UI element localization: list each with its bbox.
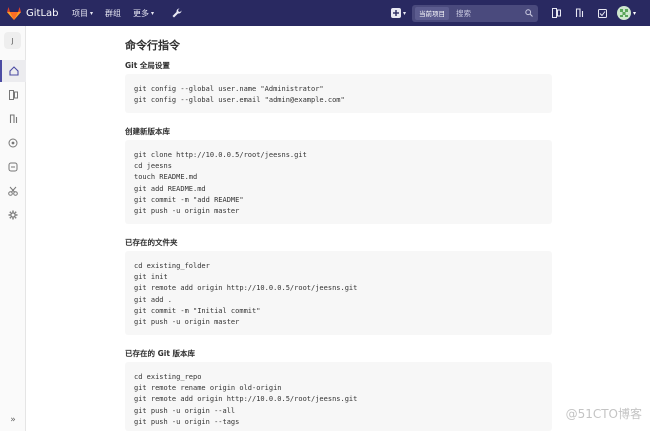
nav-projects-label: 项目 [72, 8, 88, 18]
code-line: cd jeesns [134, 162, 172, 171]
code-line: git init [134, 273, 168, 282]
code-line: touch README.md [134, 173, 198, 182]
new-item-dropdown[interactable]: ▾ [390, 8, 406, 18]
code-block-global-setup[interactable]: git config --global user.name "Administr… [125, 74, 552, 113]
code-block-existing-folder[interactable]: cd existing_folder git init git remote a… [125, 251, 552, 335]
gitlab-fox-icon [7, 6, 21, 20]
sidebar-item-repository[interactable] [0, 84, 26, 106]
sidebar-item-operations[interactable] [0, 156, 26, 178]
code-line: git remote add origin http://10.0.0.5/ro… [134, 395, 358, 404]
code-block-new-repo[interactable]: git clone http://10.0.0.5/root/jeesns.gi… [125, 140, 552, 224]
code-line: git remote rename origin old-origin [134, 384, 282, 393]
merge-request-icon [575, 8, 584, 17]
code-line: git add README.md [134, 184, 206, 193]
code-line: git config --global user.email "admin@ex… [134, 96, 345, 105]
search-scope-badge[interactable]: 当前项目 [414, 6, 449, 20]
merge-requests-button[interactable] [575, 8, 584, 18]
user-avatar[interactable] [616, 6, 631, 20]
brand-name: GitLab [26, 7, 59, 19]
code-line: git push -u origin --tags [134, 417, 240, 426]
code-line: git push -u origin master [134, 207, 240, 216]
section-heading-new-repo: 创建新版本库 [125, 127, 170, 136]
search-input[interactable]: 当前项目 搜索 [411, 4, 538, 22]
nav-groups-label: 群组 [105, 8, 122, 18]
section-heading-existing-folder: 已存在的文件夹 [125, 238, 178, 247]
rocket-icon [8, 138, 18, 148]
code-line: git push -u origin master [134, 318, 240, 327]
code-line: git commit -m "add README" [134, 195, 244, 204]
code-block-existing-git-repo[interactable]: cd existing_repo git remote rename origi… [125, 362, 552, 431]
sidebar-item-merge-requests[interactable] [0, 108, 26, 130]
watermark: @51CTO博客 [565, 407, 642, 421]
gear-icon [8, 210, 18, 220]
section-heading-existing-git-repo: 已存在的 Git 版本库 [125, 349, 196, 358]
top-navbar: GitLab 项目 ▾ 群组 更多 ▾ ▾ 当前项目 搜索 ▾ [0, 0, 650, 26]
sidebar-item-snippets[interactable] [0, 180, 26, 202]
code-line: cd existing_repo [134, 373, 202, 381]
issues-button[interactable] [551, 8, 561, 18]
code-line: git add . [134, 295, 172, 304]
nav-projects[interactable]: 项目 ▾ [72, 8, 93, 19]
repository-icon [8, 90, 18, 100]
chevron-down-icon[interactable]: ▾ [633, 10, 636, 17]
chevron-down-icon: ▾ [402, 9, 406, 17]
nav-more-label: 更多 [133, 8, 150, 18]
code-line: git push -u origin --all [134, 406, 236, 415]
search-icon [525, 9, 533, 17]
chevron-down-icon: ▾ [151, 9, 155, 17]
gitlab-logo[interactable]: GitLab [7, 6, 60, 20]
search-placeholder: 搜索 [455, 8, 471, 18]
admin-area-button[interactable] [172, 8, 182, 18]
project-avatar[interactable]: J [4, 32, 21, 49]
chevron-down-icon: ▾ [90, 9, 94, 17]
todo-check-icon [597, 8, 607, 18]
plus-square-icon [390, 8, 401, 18]
cloud-gear-icon [8, 162, 18, 172]
code-line: git config --global user.name "Administr… [134, 85, 324, 93]
avatar-identicon-icon [619, 9, 628, 17]
code-line: git commit -m "Initial commit" [134, 306, 261, 315]
nav-groups[interactable]: 群组 [105, 8, 121, 19]
todos-button[interactable] [597, 8, 607, 18]
scissors-icon [8, 186, 18, 196]
issues-icon [551, 8, 561, 18]
project-sidebar: J » [0, 26, 26, 431]
wrench-icon [172, 8, 182, 18]
nav-more[interactable]: 更多 ▾ [133, 8, 154, 19]
merge-request-icon [9, 114, 17, 123]
code-line: cd existing_folder [134, 262, 210, 270]
code-line: git clone http://10.0.0.5/root/jeesns.gi… [134, 151, 307, 159]
code-line: git remote add origin http://10.0.0.5/ro… [134, 284, 358, 293]
page-title: 命令行指令 [125, 39, 180, 52]
sidebar-item-settings[interactable] [0, 204, 26, 226]
sidebar-item-ci-cd[interactable] [0, 132, 26, 154]
home-icon [9, 66, 19, 76]
collapse-sidebar-button[interactable]: » [0, 415, 26, 425]
section-heading-global-setup: Git 全局设置 [125, 61, 170, 70]
sidebar-item-project[interactable] [0, 60, 26, 82]
navbar-right: ▾ 当前项目 搜索 ▾ [390, 0, 650, 26]
